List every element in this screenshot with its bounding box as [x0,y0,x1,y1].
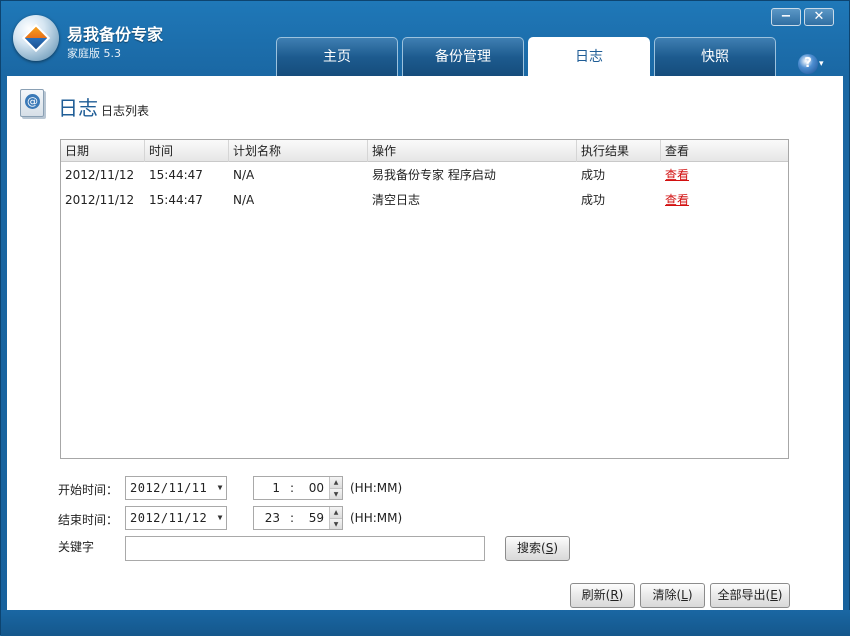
cell-plan-name: N/A [233,193,255,207]
clear-button[interactable]: 清除(L) [640,583,705,608]
column-header-view[interactable]: 查看 [661,140,788,162]
log-panel: @ 日志 日志列表 日期 时间 计划名称 操作 执行结果 查看 2012/11/… [7,76,843,610]
cell-result: 成功 [581,168,606,182]
spin-up-icon[interactable]: ▲ [330,477,342,488]
table-row[interactable]: 2012/11/12 15:44:47 N/A 清空日志 成功 查看 [61,188,788,213]
export-all-button[interactable]: 全部导出(E) [710,583,790,608]
spinner-buttons[interactable]: ▲ ▼ [329,507,342,529]
spin-down-icon[interactable]: ▼ [330,518,342,529]
time-format-hint: (HH:MM) [350,511,403,525]
cell-action: 清空日志 [372,193,421,207]
cell-time: 15:44:47 [149,193,203,207]
log-page-icon: @ [20,89,44,117]
column-header-plan-name[interactable]: 计划名称 [229,140,368,162]
tab-home[interactable]: 主页 [276,37,398,76]
title-bar: 易我备份专家 家庭版 5.3 − ✕ 主页 备份管理 日志 快照 ? ▾ [1,1,850,77]
tab-backup-management[interactable]: 备份管理 [402,37,524,76]
end-minute[interactable]: 59 [304,507,324,529]
keyword-label: 关键字 [58,540,95,554]
end-time-spinner[interactable]: 23 : 59 ▲ ▼ [253,506,343,530]
column-header-time[interactable]: 时间 [145,140,229,162]
start-date-value: 2012/11/11 [130,481,208,495]
view-link[interactable]: 查看 [661,188,689,213]
close-button[interactable]: ✕ [804,8,834,26]
cell-action: 易我备份专家 程序启动 [372,168,496,182]
spinner-buttons[interactable]: ▲ ▼ [329,477,342,499]
cell-plan-name: N/A [233,168,255,182]
column-header-result[interactable]: 执行结果 [577,140,661,162]
start-minute[interactable]: 00 [304,477,324,499]
start-date-picker[interactable]: 2012/11/11 ▼ [125,476,227,500]
start-time-spinner[interactable]: 1 : 00 ▲ ▼ [253,476,343,500]
time-separator: : [290,481,295,495]
app-logo [13,15,59,61]
end-date-picker[interactable]: 2012/11/12 ▼ [125,506,227,530]
search-button[interactable]: 搜索(S) [505,536,570,561]
cell-time: 15:44:47 [149,168,203,182]
time-format-hint: (HH:MM) [350,481,403,495]
start-hour[interactable]: 1 [254,477,280,499]
status-bar [1,610,850,636]
tab-snapshot[interactable]: 快照 [654,37,776,76]
chevron-down-icon[interactable]: ▼ [218,507,223,529]
cell-result: 成功 [581,193,606,207]
cell-date: 2012/11/12 [65,193,135,207]
column-header-action[interactable]: 操作 [368,140,577,162]
keyword-input[interactable] [125,536,485,561]
page-subtitle: 日志列表 [101,104,150,118]
chevron-down-icon[interactable]: ▼ [218,477,223,499]
table-header: 日期 时间 计划名称 操作 执行结果 查看 [61,140,788,162]
tab-log[interactable]: 日志 [528,37,650,77]
help-icon[interactable]: ? [798,54,818,74]
view-link[interactable]: 查看 [661,163,689,188]
column-header-date[interactable]: 日期 [61,140,145,162]
start-time-label: 开始时间： [58,483,119,497]
minimize-button[interactable]: − [771,8,801,26]
end-date-value: 2012/11/12 [130,511,208,525]
app-version: 家庭版 5.3 [67,47,121,60]
help-dropdown-icon[interactable]: ▾ [819,59,824,69]
end-hour[interactable]: 23 [254,507,280,529]
cell-date: 2012/11/12 [65,168,135,182]
app-window: 易我备份专家 家庭版 5.3 − ✕ 主页 备份管理 日志 快照 ? ▾ @ 日… [0,0,850,636]
app-title: 易我备份专家 [67,25,164,44]
log-table: 日期 时间 计划名称 操作 执行结果 查看 2012/11/12 15:44:4… [60,139,789,459]
time-separator: : [290,511,295,525]
spin-down-icon[interactable]: ▼ [330,488,342,499]
page-title: 日志 [58,96,98,120]
spin-up-icon[interactable]: ▲ [330,507,342,518]
refresh-button[interactable]: 刷新(R) [570,583,635,608]
table-row[interactable]: 2012/11/12 15:44:47 N/A 易我备份专家 程序启动 成功 查… [61,163,788,188]
end-time-label: 结束时间： [58,513,119,527]
